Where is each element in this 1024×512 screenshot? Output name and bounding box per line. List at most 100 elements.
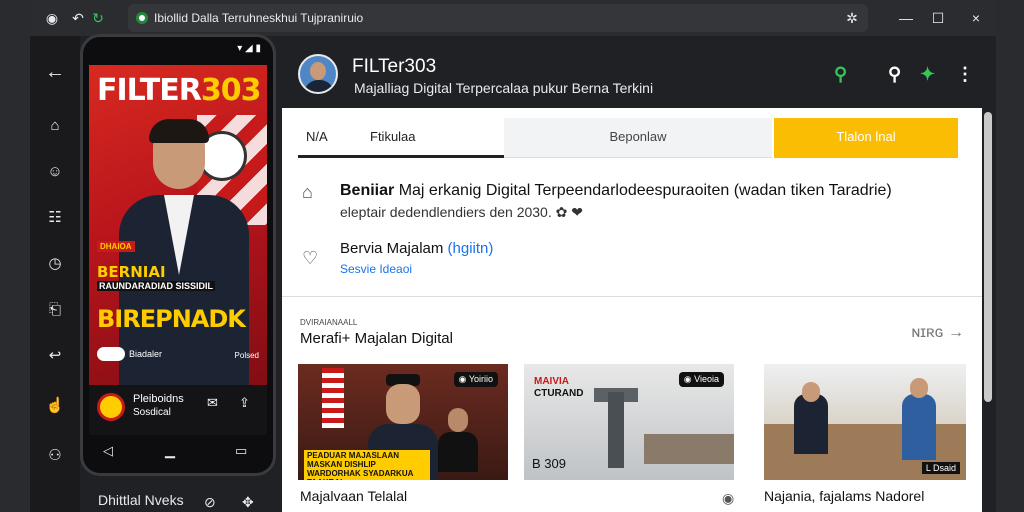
left-nav: ← ⌂ ☺ ☷ ◷ ⎗ ↩ ☝ ⚇ [30, 36, 80, 512]
poster-line4: Biadaler [129, 349, 163, 359]
channel-title: Pleiboidns [133, 393, 184, 405]
video-badge-2: ◉ Vieoia [678, 372, 724, 387]
card1-overlay-caption: PEADUAR MAJASLAAN MASKAN DISHLIP WARDORH… [304, 450, 430, 480]
browser-tab[interactable]: Ibiollid Dalla Terruhneskhui Tujpranirui… [128, 4, 868, 32]
card3-bottom: L Dsaid [921, 462, 960, 474]
card1-caption[interactable]: Majalvaan Telalal [300, 488, 407, 504]
close-window-icon[interactable]: × [966, 8, 986, 28]
thumb-icon[interactable]: ☝ [45, 396, 65, 416]
info-line2: eleptair dedendlendiers den 2030. ✿ ❤ [340, 204, 583, 220]
tab-beponlaw[interactable]: Beponlaw [504, 118, 772, 158]
face2 [448, 408, 468, 432]
phone-nav: ◁ ▁ ▭ [83, 433, 273, 473]
app-subtitle: Majalliag Digital Terpercalaa pukur Bern… [354, 80, 654, 96]
below-phone-text: Dhittlal Nveks [98, 492, 184, 508]
face-b [910, 378, 928, 398]
poster-title-a: FILTER [97, 73, 202, 108]
face-a [802, 382, 820, 402]
info-line3-b[interactable]: (hgiitn) [448, 240, 494, 257]
extension-icon[interactable]: ✲ [842, 8, 862, 28]
hair [149, 119, 209, 143]
user-icon[interactable]: ☺ [45, 162, 65, 182]
second-person [438, 408, 478, 472]
video-card-3[interactable]: L Dsaid [764, 364, 966, 480]
tag-icon[interactable]: ⊘ [204, 494, 216, 511]
poster-line5: Polsed [234, 351, 259, 360]
app-header: FILTer303 Majalliag Digital Terpercalaa … [280, 40, 994, 106]
info-line3: Bervia Majalam (hgiitn) [340, 240, 493, 257]
info-line4-link[interactable]: Sesvie Ideaoi [340, 262, 412, 276]
channel-logo-icon [97, 393, 125, 421]
card2-bottom: B 309 [532, 456, 566, 471]
people-icon[interactable]: ⚇ [45, 446, 65, 466]
body2 [438, 432, 478, 472]
phone-back-icon[interactable]: ◁ [103, 443, 113, 459]
face [386, 384, 420, 424]
tab-a1-label: N/A [306, 129, 328, 144]
message-icon[interactable]: ✉ [207, 395, 218, 411]
tab-row: N/A Ftikulaa Beponlaw Tlalon lnal [298, 118, 958, 158]
avatar[interactable] [298, 54, 338, 94]
info-line1: Beniiar Maj erkanig Digital Terpeendarlo… [340, 182, 892, 200]
info-line1-bold: Beniiar [340, 182, 395, 199]
divider [282, 296, 982, 297]
poster-line3: BIREPNADK [97, 305, 246, 333]
poster-line2: RAUNDARADIAD SISSIDIL [97, 281, 216, 291]
more-menu-icon[interactable]: ⋮ [956, 64, 974, 85]
minimize-icon[interactable]: — [896, 8, 916, 28]
share-icon[interactable]: ⇪ [239, 395, 250, 411]
poster-badge: DHAIOA [97, 241, 135, 252]
channel-sub: Sosdical [133, 407, 171, 418]
main-content: N/A Ftikulaa Beponlaw Tlalon lnal ⌂ Beni… [282, 108, 982, 512]
info-line1-rest: Maj erkanig Digital Terpeendarlodeespura… [394, 182, 892, 199]
video-card-2[interactable]: MAIVIA CTURAND ◉ Vieoia B 309 [524, 364, 734, 480]
video-card-1[interactable]: ◉ Yoiriio PEADUAR MAJASLAAN MASKAN DISHL… [298, 364, 508, 480]
poster-image[interactable]: FILTER303 DHAIOA BERNIAI RAUNDARADIAD SI… [89, 65, 267, 411]
person-a [794, 394, 828, 454]
section-more-link[interactable]: ɴɪʀɢ → [911, 324, 964, 342]
info-line3-a: Bervia Majalam [340, 240, 448, 257]
tab-active[interactable]: N/A Ftikulaa [298, 118, 504, 158]
phone-channel-bar[interactable]: Pleiboidns Sosdical ✉ ⇪ [89, 385, 267, 435]
flag-graphic [322, 368, 344, 428]
poster-title: FILTER303 [97, 73, 261, 108]
card2-tag1: MAIVIA [534, 376, 569, 387]
forward-icon[interactable]: ↻ [88, 8, 108, 28]
app-title: FILTer303 [352, 56, 437, 77]
notification-icon[interactable]: ⚲ [888, 64, 901, 85]
person-b [902, 394, 936, 460]
profile-icon[interactable]: ◉ [42, 8, 62, 28]
document-icon[interactable]: ⎗ [45, 300, 65, 320]
phone-mockup: ▾ ◢ ▮ FILTER303 DHAIOA BERNIAI RAUNDARAD… [80, 34, 276, 476]
back-arrow-icon[interactable]: ← [45, 62, 65, 82]
phone-recent-icon[interactable]: ▭ [235, 443, 247, 459]
phone-status-icons: ▾ ◢ ▮ [237, 43, 261, 54]
scrollbar[interactable] [984, 112, 992, 402]
tab-highlight[interactable]: Tlalon lnal [774, 118, 958, 158]
maximize-icon[interactable]: ☐ [928, 8, 948, 28]
reply-icon[interactable]: ↩ [45, 346, 65, 366]
back-icon[interactable]: ↶ [68, 8, 88, 28]
share-bottom-icon[interactable]: ✥ [242, 494, 254, 511]
card2-tag2: CTURAND [534, 388, 584, 399]
home-icon[interactable]: ⌂ [45, 116, 65, 136]
section-overline: DVIRAIANAALL [300, 318, 358, 327]
video-badge: ◉ Yoiriio [453, 372, 498, 387]
home-outline-icon: ⌂ [302, 182, 313, 202]
tower-graphic [608, 392, 624, 468]
phone-home-icon[interactable]: ▁ [165, 443, 175, 459]
list-icon[interactable]: ☷ [45, 208, 65, 228]
title-bar: ◉ ↶ ↻ Ibiollid Dalla Terruhneskhui Tujpr… [30, 0, 996, 36]
tab-title: Ibiollid Dalla Terruhneskhui Tujpranirui… [154, 11, 364, 25]
location-icon: ♡ [302, 248, 319, 268]
poster-pill [97, 347, 125, 361]
poster-title-b: 303 [200, 73, 262, 108]
search-icon[interactable]: ⚲ [834, 64, 847, 85]
pin-icon[interactable]: ✦ [920, 64, 935, 85]
favicon-icon [136, 12, 148, 24]
card3-caption[interactable]: Najania, fajalams Nadorel [764, 488, 924, 504]
card2-play-icon[interactable]: ◉ [722, 490, 734, 507]
poster-line1: BERNIAI [97, 263, 166, 281]
section-title: Merafi+ Majalan Digital [300, 330, 453, 347]
clock-icon[interactable]: ◷ [45, 254, 65, 274]
